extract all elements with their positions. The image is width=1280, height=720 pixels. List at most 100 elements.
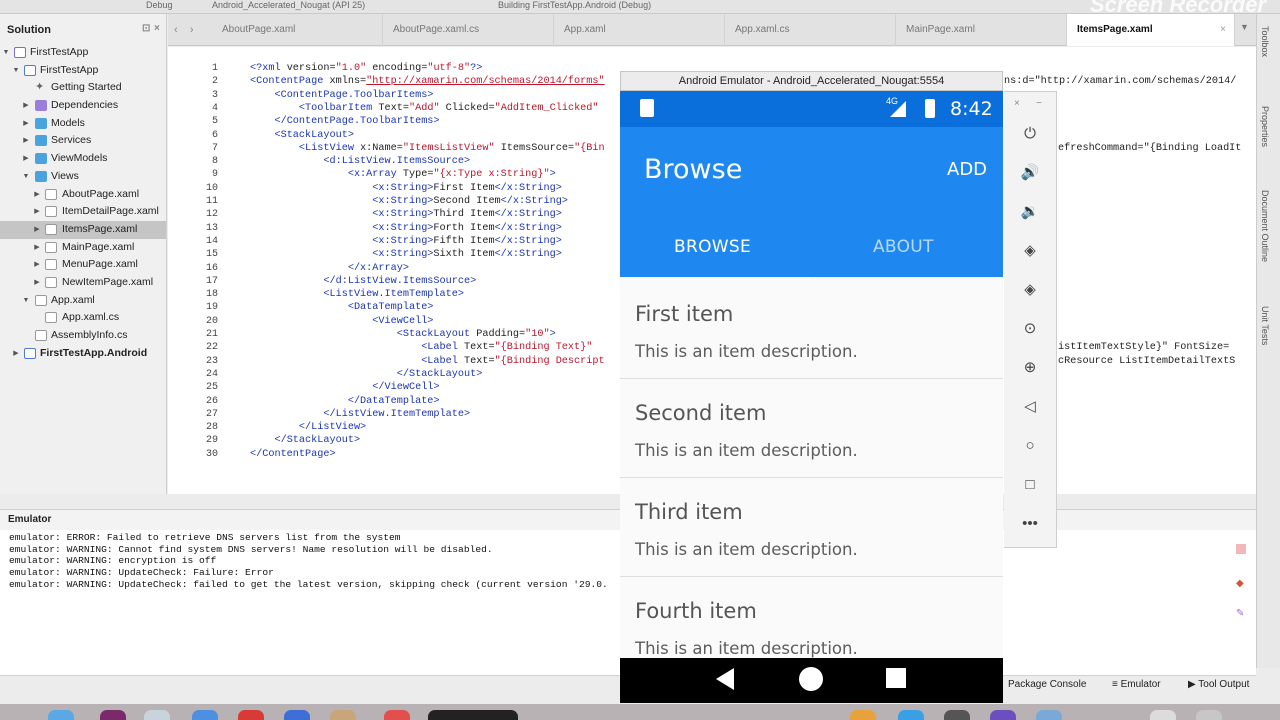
tab-browse[interactable]: BROWSE [674,237,751,257]
expand-arrow-icon[interactable]: ▶ [21,150,31,168]
forward-arrow-icon[interactable]: › [190,24,194,36]
recents-icon[interactable] [886,668,906,688]
safari-icon[interactable] [192,710,218,720]
overview-icon[interactable]: □ [1020,475,1040,495]
home-icon[interactable] [799,667,823,691]
back-icon[interactable]: ◁ [1020,397,1040,417]
clear-output-icon[interactable] [1236,544,1246,554]
toolbox-tab[interactable]: Toolbox [1260,26,1270,57]
tab-about[interactable]: ABOUT [873,237,934,257]
app-icon[interactable] [898,710,924,720]
tab-dropdown-icon[interactable]: ▼ [1240,22,1249,32]
finder-icon[interactable] [48,710,74,720]
tab-aboutpage-xaml[interactable]: AboutPage.xaml [212,14,383,46]
expand-arrow-icon[interactable]: ▶ [32,274,42,292]
rotate-left-icon[interactable]: ◈ [1020,241,1040,261]
calendar-icon[interactable] [384,710,410,720]
emulator-window-title[interactable]: Android Emulator - Android_Accelerated_N… [620,71,1003,91]
document-outline-tab[interactable]: Document Outline [1260,190,1270,262]
tab-aboutpage-xaml-cs[interactable]: AboutPage.xaml.cs [383,14,554,46]
tab-app-xaml-cs[interactable]: App.xaml.cs [725,14,896,46]
stop-icon[interactable]: ◆ [1236,578,1244,589]
emulator-tab-label: Emulator [1120,679,1161,690]
tool-output-tab[interactable]: ▶ Tool Output [1188,679,1249,690]
list-item[interactable]: Second item This is an item description. [620,379,1003,478]
expand-arrow-icon[interactable]: ▼ [1,44,11,62]
volume-down-icon[interactable]: 🔉 [1020,202,1040,222]
pad-options-icon[interactable]: ⊡ [142,23,150,34]
power-icon[interactable]: ⏻ [1020,124,1040,144]
app-icon[interactable] [284,710,310,720]
package-console-tab[interactable]: Package Console [1008,679,1086,690]
expand-arrow-icon[interactable]: ▶ [32,203,42,221]
visual-studio-icon[interactable] [990,710,1016,720]
minimize-icon[interactable]: − [1036,98,1042,109]
tree-item-android-project[interactable]: ▶ FirstTestApp.Android [0,345,166,363]
tree-item-services[interactable]: ▶ Services [0,132,166,150]
expand-arrow-icon[interactable]: ▶ [32,256,42,274]
tree-item-getting-started[interactable]: ✦ Getting Started [0,79,166,97]
code-overflow-line: ns:d="http://xamarin.com/schemas/2014/ [1004,76,1237,88]
tree-item-itemspage[interactable]: ▶ ItemsPage.xaml [0,220,166,239]
app-icon[interactable] [1036,710,1062,720]
tree-item-newitempage[interactable]: ▶ NewItemPage.xaml [0,274,166,292]
expand-arrow-icon[interactable]: ▶ [21,132,31,150]
volume-up-icon[interactable]: 🔊 [1020,163,1040,183]
app-icon[interactable] [944,710,970,720]
tree-item-app-xaml[interactable]: ▼ App.xaml [0,292,166,310]
app-icon[interactable] [330,710,356,720]
camera-icon[interactable]: ⊙ [1020,319,1040,339]
config-selector[interactable]: Debug [146,0,173,10]
expand-arrow-icon[interactable]: ▶ [21,115,31,133]
emulator-tab[interactable]: ≡ Emulator [1112,679,1161,690]
pin-icon[interactable]: ✎ [1236,608,1244,619]
expand-arrow-icon[interactable]: ▶ [21,97,31,115]
build-status: Building FirstTestApp.Android (Debug) [498,0,652,10]
tree-item-models[interactable]: ▶ Models [0,115,166,133]
close-icon[interactable]: × [1220,14,1226,46]
back-icon[interactable] [716,668,734,690]
tree-item-itemdetailpage[interactable]: ▶ ItemDetailPage.xaml [0,203,166,221]
rotate-right-icon[interactable]: ◈ [1020,280,1040,300]
expand-arrow-icon[interactable]: ▶ [11,345,21,363]
tab-itemspage-xaml[interactable]: ItemsPage.xaml × [1067,14,1235,46]
tree-item-views[interactable]: ▼ Views [0,168,166,186]
close-icon[interactable]: × [1014,98,1020,109]
expand-arrow-icon[interactable]: ▶ [32,186,42,204]
tab-app-xaml[interactable]: App.xaml [554,14,725,46]
trash-icon[interactable] [1196,710,1222,720]
android-screen[interactable]: 4G 8:42 Browse ADD BROWSE ABOUT First it… [620,91,1003,703]
close-icon[interactable]: × [154,23,160,34]
tree-item-aboutpage[interactable]: ▶ AboutPage.xaml [0,186,166,204]
app-icon[interactable] [428,710,518,720]
tree-item-assemblyinfo[interactable]: AssemblyInfo.cs [0,327,166,345]
tree-item-solution[interactable]: ▼ FirstTestApp [0,44,166,62]
tree-item-project[interactable]: ▼ FirstTestApp [0,62,166,80]
tree-item-menupage[interactable]: ▶ MenuPage.xaml [0,256,166,274]
back-arrow-icon[interactable]: ‹ [174,24,178,36]
tree-item-app-xaml-cs[interactable]: App.xaml.cs [0,309,166,327]
app-icon[interactable] [238,710,264,720]
app-icon[interactable] [850,710,876,720]
tree-item-mainpage[interactable]: ▶ MainPage.xaml [0,239,166,257]
more-icon[interactable]: ••• [1020,514,1040,534]
expand-arrow-icon[interactable]: ▶ [32,239,42,257]
expand-arrow-icon[interactable]: ▼ [21,292,31,310]
downloads-icon[interactable] [1150,710,1176,720]
home-icon[interactable]: ○ [1020,436,1040,456]
tree-item-viewmodels[interactable]: ▶ ViewModels [0,150,166,168]
expand-arrow-icon[interactable]: ▶ [32,221,42,239]
unit-tests-tab[interactable]: Unit Tests [1260,306,1270,345]
device-selector[interactable]: Android_Accelerated_Nougat (API 25) [212,0,365,10]
zoom-icon[interactable]: ⊕ [1020,358,1040,378]
tab-mainpage-xaml[interactable]: MainPage.xaml [896,14,1067,46]
add-button[interactable]: ADD [947,159,987,180]
properties-tab[interactable]: Properties [1260,106,1270,147]
app-icon[interactable] [144,710,170,720]
expand-arrow-icon[interactable]: ▼ [11,62,21,80]
tree-item-dependencies[interactable]: ▶ Dependencies [0,97,166,115]
list-item[interactable]: First item This is an item description. [620,280,1003,379]
list-item[interactable]: Third item This is an item description. [620,478,1003,577]
app-icon[interactable] [100,710,126,720]
expand-arrow-icon[interactable]: ▼ [21,168,31,186]
